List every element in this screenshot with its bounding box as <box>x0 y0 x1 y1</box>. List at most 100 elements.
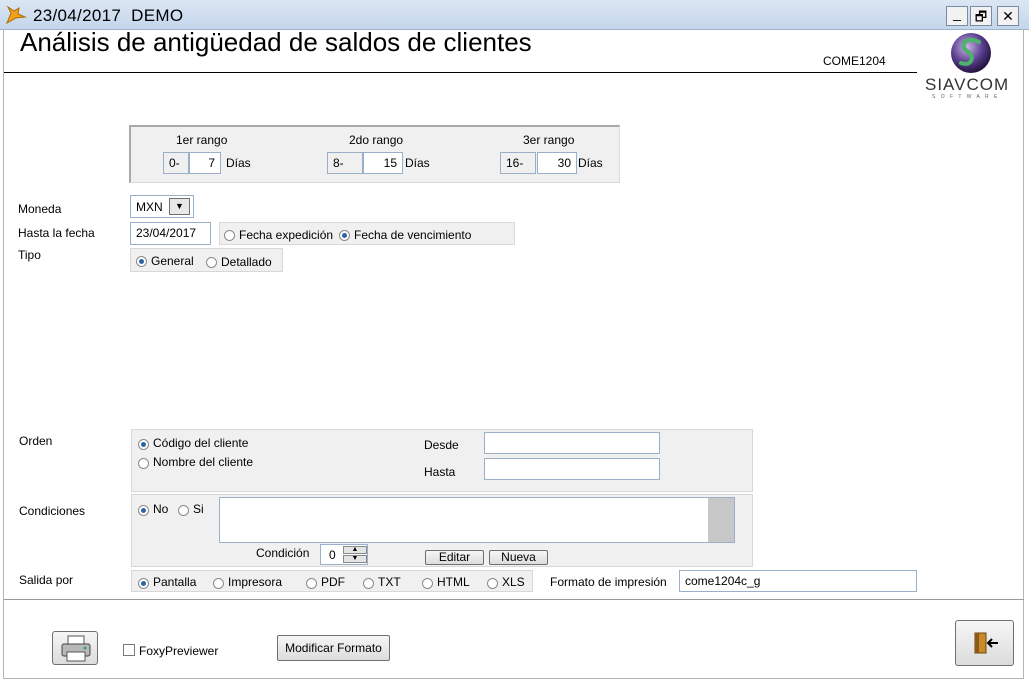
salida-txt-label[interactable]: TXT <box>378 575 401 589</box>
exit-door-icon <box>974 632 998 654</box>
ranges-panel: 1er rango 0- 7 Días 2do rango 8- 15 Días… <box>129 125 620 183</box>
tipo-detallado-label[interactable]: Detallado <box>221 255 272 269</box>
minimize-button[interactable]: _ <box>946 6 968 26</box>
radio-icon <box>422 578 433 590</box>
salida-pantalla-radio[interactable] <box>138 576 149 590</box>
range2-from: 8- <box>327 152 363 174</box>
restore-icon: 🗗 <box>974 8 988 24</box>
condiciones-si-radio[interactable] <box>178 503 189 517</box>
radio-selected-icon <box>138 578 149 590</box>
foxy-checkbox[interactable] <box>123 644 135 656</box>
logo-emblem-icon <box>951 33 991 73</box>
salida-impresora-label[interactable]: Impresora <box>228 575 282 589</box>
range1-from: 0- <box>163 152 189 174</box>
radio-icon <box>487 578 498 590</box>
radio-selected-icon <box>136 256 147 268</box>
dropdown-arrow-icon[interactable]: ▼ <box>169 198 190 215</box>
close-button[interactable]: ✕ <box>997 6 1019 26</box>
textarea-scrollbar[interactable] <box>708 498 734 542</box>
radio-icon <box>206 257 217 269</box>
fecha-vencimiento-label[interactable]: Fecha de vencimiento <box>354 228 471 242</box>
window-titlebar: 23/04/2017 DEMO _ 🗗 ✕ <box>0 0 1029 30</box>
salida-html-label[interactable]: HTML <box>437 575 470 589</box>
range3-to-input[interactable]: 30 <box>537 152 577 174</box>
desde-input[interactable] <box>484 432 660 454</box>
tipo-label: Tipo <box>18 248 41 262</box>
close-icon: ✕ <box>1002 8 1014 24</box>
print-button[interactable] <box>52 631 98 665</box>
formato-label: Formato de impresión <box>550 575 667 589</box>
radio-selected-icon <box>339 230 350 242</box>
fecha-label: Hasta la fecha <box>18 226 95 240</box>
radio-icon <box>363 578 374 590</box>
range2-label: 2do rango <box>349 133 404 147</box>
modificar-formato-button[interactable]: Modificar Formato <box>277 635 390 661</box>
hasta-label: Hasta <box>424 465 456 479</box>
orden-label: Orden <box>19 434 53 448</box>
spinner-up-icon[interactable]: ▲ <box>343 546 367 554</box>
fecha-vencimiento-radio[interactable] <box>339 228 350 242</box>
form-code: COME1204 <box>823 54 886 68</box>
radio-icon <box>224 230 235 242</box>
hasta-input[interactable] <box>484 458 660 480</box>
condiciones-panel: No Si Condición 0 ▲ ▼ Editar Nueva <box>131 494 753 567</box>
condicion-label: Condición <box>256 546 310 560</box>
editar-button[interactable]: Editar <box>425 550 484 565</box>
condicion-value: 0 <box>329 548 336 562</box>
restore-button[interactable]: 🗗 <box>970 6 992 26</box>
salida-group: Pantalla Impresora PDF TXT HTML XLS <box>131 570 533 592</box>
nueva-button[interactable]: Nueva <box>489 550 548 565</box>
printer-icon <box>61 635 91 662</box>
salida-impresora-radio[interactable] <box>213 576 224 590</box>
tipo-general-radio[interactable] <box>136 254 147 268</box>
salida-pdf-label[interactable]: PDF <box>321 575 345 589</box>
title-date: 23/04/2017 <box>33 6 122 25</box>
orden-nombre-radio[interactable] <box>138 456 149 470</box>
range3-label: 3er rango <box>523 133 575 147</box>
salida-label: Salida por <box>19 573 74 587</box>
range1-to-input[interactable]: 7 <box>189 152 221 174</box>
orden-nombre-label[interactable]: Nombre del cliente <box>153 455 253 469</box>
exit-button[interactable] <box>955 620 1014 666</box>
condicion-spinner[interactable]: 0 ▲ ▼ <box>320 544 368 565</box>
fecha-type-group: Fecha expedición Fecha de vencimiento <box>219 222 515 245</box>
radio-selected-icon <box>138 439 149 451</box>
desde-label: Desde <box>424 438 459 452</box>
condiciones-no-label[interactable]: No <box>153 502 168 516</box>
condiciones-si-label[interactable]: Si <box>193 502 204 516</box>
range1-unit: Días <box>226 156 251 170</box>
salida-xls-radio[interactable] <box>487 576 498 590</box>
salida-pdf-radio[interactable] <box>306 576 317 590</box>
salida-xls-label[interactable]: XLS <box>502 575 525 589</box>
footer-divider <box>4 599 1024 600</box>
page-title: Análisis de antigüedad de saldos de clie… <box>20 27 532 57</box>
fecha-expedicion-radio[interactable] <box>224 228 235 242</box>
range3-unit: Días <box>578 156 603 170</box>
spinner-down-icon[interactable]: ▼ <box>343 555 367 563</box>
foxy-label[interactable]: FoxyPreviewer <box>139 644 218 658</box>
orden-codigo-radio[interactable] <box>138 437 149 451</box>
salida-pantalla-label[interactable]: Pantalla <box>153 575 196 589</box>
moneda-label: Moneda <box>18 202 62 216</box>
minimize-icon: _ <box>953 5 961 21</box>
radio-icon <box>306 578 317 590</box>
siavcom-logo: SIAVCOM S O F T W A R E <box>922 31 1018 100</box>
condiciones-textarea[interactable] <box>219 497 735 543</box>
salida-html-radio[interactable] <box>422 576 433 590</box>
fox-app-icon <box>6 5 27 25</box>
orden-codigo-label[interactable]: Código del cliente <box>153 436 248 450</box>
tipo-detallado-radio[interactable] <box>206 255 217 269</box>
moneda-select[interactable]: MXN ▼ <box>130 195 194 218</box>
formato-input[interactable]: come1204c_g <box>679 570 917 592</box>
range2-to-input[interactable]: 15 <box>363 152 403 174</box>
condiciones-label: Condiciones <box>19 504 86 518</box>
header-divider <box>4 72 917 73</box>
fecha-input[interactable]: 23/04/2017 <box>130 222 211 245</box>
fecha-expedicion-label[interactable]: Fecha expedición <box>239 228 333 242</box>
salida-txt-radio[interactable] <box>363 576 374 590</box>
radio-icon <box>178 505 189 517</box>
condiciones-no-radio[interactable] <box>138 503 149 517</box>
window-title: 23/04/2017 DEMO <box>33 6 183 26</box>
range3-from: 16- <box>500 152 536 174</box>
tipo-general-label[interactable]: General <box>151 254 194 268</box>
